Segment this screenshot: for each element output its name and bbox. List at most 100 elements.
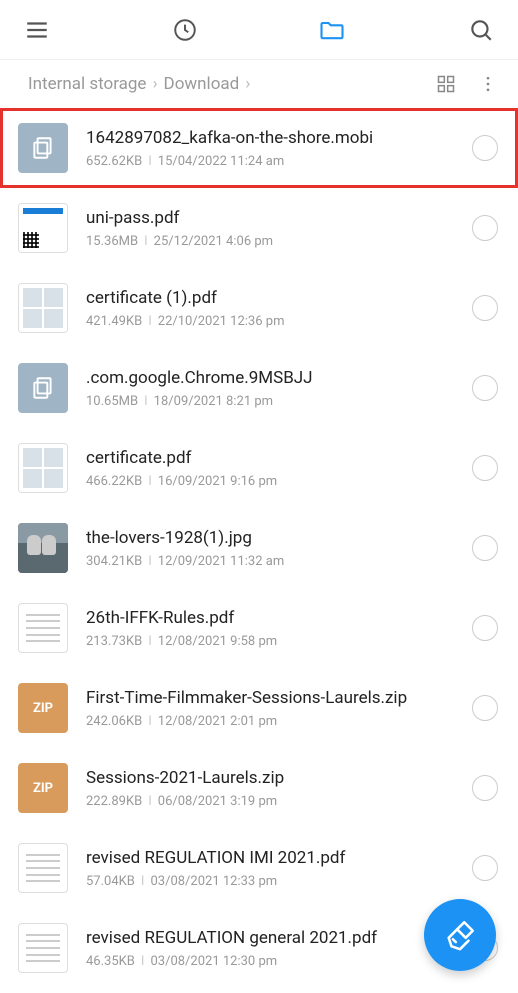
file-name: uni-pass.pdf <box>86 208 472 228</box>
select-radio[interactable] <box>472 775 498 801</box>
file-size: 421.49KB <box>86 314 142 329</box>
file-thumbnail <box>18 603 68 653</box>
clean-fab[interactable] <box>424 899 496 971</box>
file-size: 15.36MB <box>86 234 138 249</box>
file-item[interactable]: .com.google.Chrome.9MSBJJ 10.65MB I 18/09/2… <box>0 348 518 428</box>
file-info: revised REGULATION general 2021.pdf 46.35… <box>86 928 472 969</box>
meta-separator: I <box>144 394 148 409</box>
file-thumbnail: ZIP <box>18 763 68 813</box>
file-size: 652.62KB <box>86 154 142 169</box>
file-name: Sessions-2021-Laurels.zip <box>86 768 472 788</box>
file-date: 12/08/2021 9:58 pm <box>158 634 277 649</box>
folder-icon[interactable] <box>318 16 346 44</box>
zip-label: ZIP <box>33 701 53 716</box>
breadcrumb-folder[interactable]: Download <box>164 74 240 94</box>
chevron-right-icon: › <box>152 74 157 94</box>
meta-separator: I <box>148 314 152 329</box>
meta-separator: I <box>148 634 152 649</box>
file-size: 222.89KB <box>86 794 142 809</box>
file-name: revised REGULATION general 2021.pdf <box>86 928 472 948</box>
file-size: 304.21KB <box>86 554 142 569</box>
select-radio[interactable] <box>472 375 498 401</box>
meta-separator: I <box>148 554 152 569</box>
select-radio[interactable] <box>472 615 498 641</box>
file-size: 46.35KB <box>86 954 135 969</box>
file-thumbnail: ZIP <box>18 683 68 733</box>
search-icon[interactable] <box>468 17 494 43</box>
meta-separator: I <box>148 794 152 809</box>
more-icon[interactable] <box>478 74 498 94</box>
file-info: .com.google.Chrome.9MSBJJ 10.65MB I 18/09/2… <box>86 368 472 409</box>
file-info: 1642897082_kafka-on-the-shore.mobi 652.62… <box>86 128 472 169</box>
menu-icon[interactable] <box>24 17 50 43</box>
file-thumbnail <box>18 923 68 973</box>
file-info: certificate.pdf466.22KBI16/09/2021 9:16 … <box>86 448 472 489</box>
chevron-right-icon: › <box>245 74 250 94</box>
file-item[interactable]: uni-pass.pdf 15.36MBI25/12/2021 4:06 pm <box>0 188 518 268</box>
file-meta: 57.04KBI03/08/2021 12:33 pm <box>86 874 472 889</box>
file-item[interactable]: ZIP First-Time-Filmmaker-Sessions-Laurels… <box>0 668 518 748</box>
file-meta: 652.62KBI15/04/2022 11:24 am <box>86 154 472 169</box>
file-item[interactable]: certificate (1).pdf421.49KBI22/10/2021 1… <box>0 268 518 348</box>
file-info: 26th-IFFK-Rules.pdf 213.73KB I 12/08/2021 9… <box>86 608 472 649</box>
file-thumbnail <box>18 123 68 173</box>
meta-separator: I <box>141 954 145 969</box>
select-radio[interactable] <box>472 295 498 321</box>
file-date: 25/12/2021 4:06 pm <box>154 234 273 249</box>
file-thumbnail <box>18 443 68 493</box>
file-item[interactable]: certificate.pdf466.22KBI16/09/2021 9:16 … <box>0 428 518 508</box>
select-radio[interactable] <box>472 215 498 241</box>
select-radio[interactable] <box>472 695 498 721</box>
file-date: 03/08/2021 12:30 pm <box>150 954 277 969</box>
breadcrumb[interactable]: Internal storage › Download › <box>28 74 250 94</box>
file-name: .com.google.Chrome.9MSBJJ <box>86 368 472 388</box>
file-date: 03/08/2021 12:33 pm <box>150 874 277 889</box>
file-thumbnail <box>18 283 68 333</box>
file-date: 22/10/2021 12:36 pm <box>158 314 285 329</box>
meta-separator: I <box>148 714 152 729</box>
file-item[interactable]: revised REGULATION IMI 2021.pdf 57.04KBI0… <box>0 828 518 908</box>
file-name: the-lovers-1928(1).jpg <box>86 528 472 548</box>
zip-label: ZIP <box>33 781 53 796</box>
file-meta: 15.36MBI25/12/2021 4:06 pm <box>86 234 472 249</box>
select-radio[interactable] <box>472 535 498 561</box>
meta-separator: I <box>148 474 152 489</box>
file-size: 242.06KB <box>86 714 142 729</box>
file-info: revised REGULATION IMI 2021.pdf 57.04KBI0… <box>86 848 472 889</box>
breadcrumb-root[interactable]: Internal storage <box>28 74 146 94</box>
file-meta: 466.22KBI16/09/2021 9:16 pm <box>86 474 472 489</box>
file-thumbnail <box>18 523 68 573</box>
file-name: 26th-IFFK-Rules.pdf <box>86 608 472 628</box>
top-bar <box>0 0 518 60</box>
file-item[interactable]: 26th-IFFK-Rules.pdf 213.73KB I 12/08/2021 9… <box>0 588 518 668</box>
grid-view-icon[interactable] <box>436 74 456 94</box>
file-item[interactable]: 1642897082_kafka-on-the-shore.mobi 652.62… <box>0 108 518 188</box>
file-date: 16/09/2021 9:16 pm <box>158 474 277 489</box>
file-thumbnail <box>18 363 68 413</box>
file-item[interactable]: the-lovers-1928(1).jpg 304.21KB I 12/09/202… <box>0 508 518 588</box>
file-thumbnail <box>18 843 68 893</box>
file-size: 57.04KB <box>86 874 135 889</box>
file-name: 1642897082_kafka-on-the-shore.mobi <box>86 128 472 148</box>
recent-icon[interactable] <box>172 16 198 44</box>
breadcrumb-row: Internal storage › Download › <box>0 60 518 108</box>
select-radio[interactable] <box>472 455 498 481</box>
file-date: 18/09/2021 8:21 pm <box>154 394 273 409</box>
file-meta: 46.35KB I 03/08/2021 12:30 pm <box>86 954 472 969</box>
file-thumbnail <box>18 203 68 253</box>
file-item[interactable]: ZIP Sessions-2021-Laurels.zip 222.89KB I 06/… <box>0 748 518 828</box>
file-date: 12/09/2021 11:32 am <box>158 554 284 569</box>
file-info: uni-pass.pdf 15.36MBI25/12/2021 4:06 pm <box>86 208 472 249</box>
file-list: 1642897082_kafka-on-the-shore.mobi 652.62… <box>0 108 518 988</box>
select-radio[interactable] <box>472 855 498 881</box>
file-size: 10.65MB <box>86 394 138 409</box>
select-radio[interactable] <box>472 135 498 161</box>
file-name: First-Time-Filmmaker-Sessions-Laurels.zi… <box>86 688 472 708</box>
file-date: 06/08/2021 3:19 pm <box>158 794 277 809</box>
file-name: revised REGULATION IMI 2021.pdf <box>86 848 472 868</box>
file-info: First-Time-Filmmaker-Sessions-Laurels.zi… <box>86 688 472 729</box>
meta-separator: I <box>148 154 152 169</box>
file-size: 213.73KB <box>86 634 142 649</box>
file-info: Sessions-2021-Laurels.zip 222.89KB I 06/08/… <box>86 768 472 809</box>
file-meta: 304.21KB I 12/09/2021 11:32 am <box>86 554 472 569</box>
